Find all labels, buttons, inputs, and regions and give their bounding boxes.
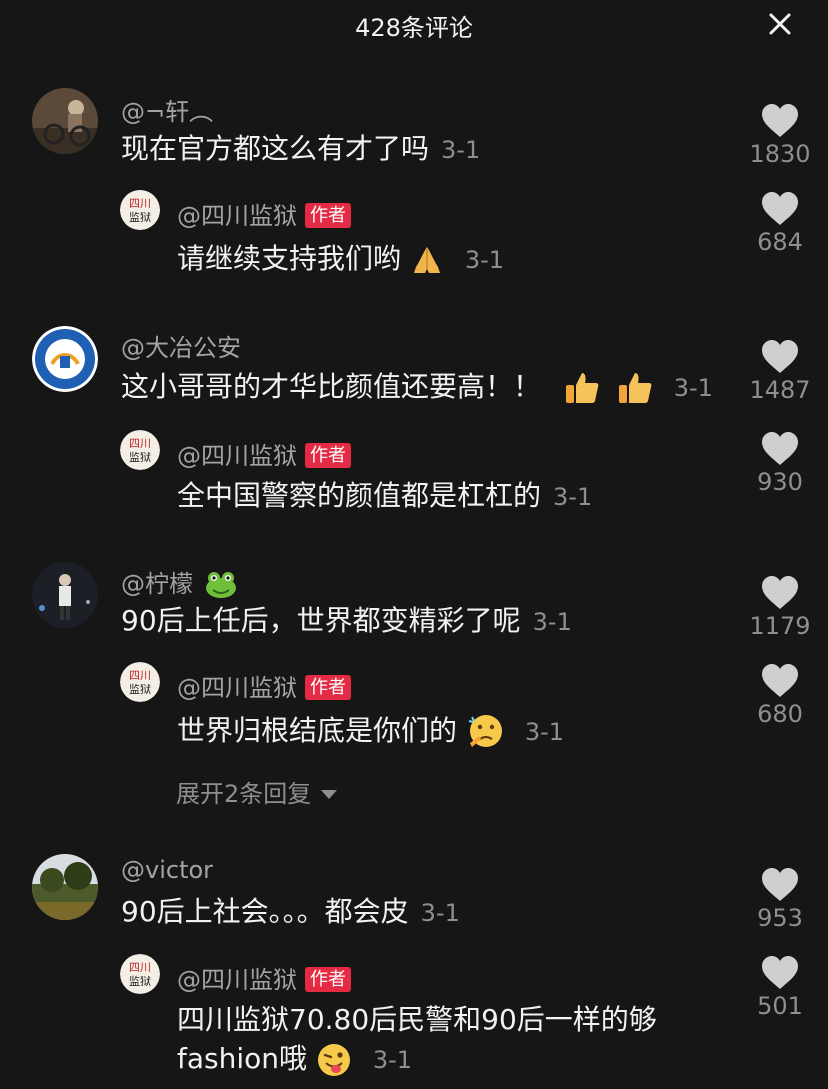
reply-text-line2: fashion哦	[177, 1042, 308, 1075]
expand-replies-button[interactable]: 展开2条回复	[176, 774, 338, 809]
comment-text-content: 90后上任后，世界都变精彩了呢	[121, 604, 521, 637]
reply-date: 3-1	[524, 718, 565, 746]
reply-username-text: @四川监狱	[177, 966, 297, 994]
seal-logo: 四川监狱	[120, 430, 160, 470]
comment-text: 这小哥哥的才华比颜值还要高！！ 3-1	[121, 368, 713, 407]
like-button[interactable]: 930	[744, 432, 816, 496]
heart-icon	[762, 868, 798, 901]
reply-text: 请继续支持我们哟 3-1	[177, 240, 504, 279]
reply-username[interactable]: @四川监狱 作者	[177, 436, 351, 471]
reply-username[interactable]: @四川监狱 作者	[177, 196, 351, 231]
chevron-down-icon	[321, 790, 338, 799]
svg-text:四川: 四川	[129, 197, 151, 210]
avatar[interactable]	[32, 326, 98, 392]
comment-date: 3-1	[441, 136, 481, 164]
like-count: 684	[757, 228, 803, 256]
avatar[interactable]: 四川 监狱	[120, 954, 160, 994]
comment-text-content: 90后上社会。。。都会皮	[121, 895, 409, 928]
heart-icon	[762, 340, 798, 373]
author-badge: 作者	[305, 443, 351, 468]
reply-username-text: @四川监狱	[177, 674, 297, 702]
author-badge: 作者	[305, 967, 351, 992]
frog-icon	[205, 572, 236, 598]
like-button[interactable]: 953	[744, 868, 816, 932]
like-count: 1830	[749, 140, 811, 168]
like-count: 953	[757, 904, 803, 932]
reply-text-content: 请继续支持我们哟	[177, 242, 402, 275]
heart-icon	[762, 956, 798, 989]
comment-text: 现在官方都这么有才了吗 3-1	[121, 130, 480, 169]
comment-date: 3-1	[532, 608, 572, 636]
comment-text-content: 现在官方都这么有才了吗	[121, 132, 430, 165]
svg-text:四川: 四川	[129, 961, 151, 974]
comment-username[interactable]: @大冶公安	[121, 328, 241, 363]
comments-header: 428条评论	[0, 0, 828, 50]
like-button[interactable]: 684	[744, 192, 816, 256]
comment-text-content: 这小哥哥的才华比颜值还要高！！	[121, 370, 542, 403]
avatar[interactable]	[32, 854, 98, 920]
seal-logo: 四川监狱	[120, 662, 160, 702]
author-badge: 作者	[305, 675, 351, 700]
seal-logo: 四川监狱	[120, 954, 160, 994]
comment-text: 90后上任后，世界都变精彩了呢 3-1	[121, 602, 572, 641]
svg-text:四川: 四川	[129, 669, 151, 682]
reply-text-content: 全中国警察的颜值都是杠杠的	[177, 479, 542, 512]
winking-tongue-face-icon	[317, 1044, 350, 1076]
reply-username-text: @四川监狱	[177, 202, 297, 230]
heart-icon	[762, 104, 798, 137]
like-count: 930	[757, 468, 803, 496]
thumbs-up-icon	[618, 373, 652, 403]
reply-text: fashion哦 3-1	[177, 1040, 412, 1079]
reply-date: 3-1	[464, 246, 505, 274]
like-count: 1487	[749, 376, 811, 404]
like-count: 680	[757, 700, 803, 728]
like-button[interactable]: 501	[744, 956, 816, 1020]
comment-text: 90后上社会。。。都会皮 3-1	[121, 893, 460, 932]
comment-date: 3-1	[420, 899, 460, 927]
comment-username-text: @柠檬	[121, 570, 193, 598]
comment-username[interactable]: @柠檬	[121, 564, 237, 599]
heart-icon	[762, 576, 798, 609]
reply-username[interactable]: @四川监狱 作者	[177, 960, 351, 995]
svg-text:监狱: 监狱	[129, 975, 151, 988]
svg-text:监狱: 监狱	[129, 211, 151, 224]
heart-icon	[762, 664, 798, 697]
reply-username[interactable]: @四川监狱 作者	[177, 668, 351, 703]
svg-text:监狱: 监狱	[129, 683, 151, 696]
heart-icon	[762, 192, 798, 225]
avatar[interactable]	[32, 88, 98, 154]
like-button[interactable]: 1487	[744, 340, 816, 404]
like-count: 1179	[749, 612, 811, 640]
reply-date: 3-1	[553, 483, 593, 511]
avatar[interactable]: 四川 监狱	[120, 430, 160, 470]
reply-text-line1: 四川监狱70.80后民警和90后一样的够	[177, 1003, 657, 1036]
avatar[interactable]	[32, 562, 98, 628]
comment-username[interactable]: @victor	[121, 856, 213, 884]
reply-username-text: @四川监狱	[177, 442, 297, 470]
heart-icon	[762, 432, 798, 465]
comment-date: 3-1	[673, 374, 713, 402]
reply-date: 3-1	[372, 1046, 413, 1074]
thinking-face-icon	[468, 715, 502, 747]
expand-replies-label: 展开2条回复	[176, 780, 312, 808]
comment-username[interactable]: @¬轩︵	[121, 92, 213, 127]
like-button[interactable]: 680	[744, 664, 816, 728]
praying-hands-icon	[413, 247, 440, 273]
like-count: 501	[757, 992, 803, 1020]
reply-text: 全中国警察的颜值都是杠杠的 3-1	[177, 477, 592, 516]
like-button[interactable]: 1830	[744, 104, 816, 168]
reply-text-content: 世界归根结底是你们的	[177, 714, 458, 747]
avatar[interactable]: 四川 监狱	[120, 190, 160, 230]
avatar[interactable]: 四川 监狱	[120, 662, 160, 702]
seal-logo: 四川监狱	[120, 190, 160, 230]
like-button[interactable]: 1179	[744, 576, 816, 640]
comment-count-title: 428条评论	[355, 14, 473, 42]
svg-text:四川: 四川	[129, 437, 151, 450]
svg-text:监狱: 监狱	[129, 451, 151, 464]
thumbs-up-icon	[565, 373, 599, 403]
close-icon[interactable]	[764, 8, 796, 40]
reply-text: 世界归根结底是你们的 3-1	[177, 712, 564, 751]
author-badge: 作者	[305, 203, 351, 228]
